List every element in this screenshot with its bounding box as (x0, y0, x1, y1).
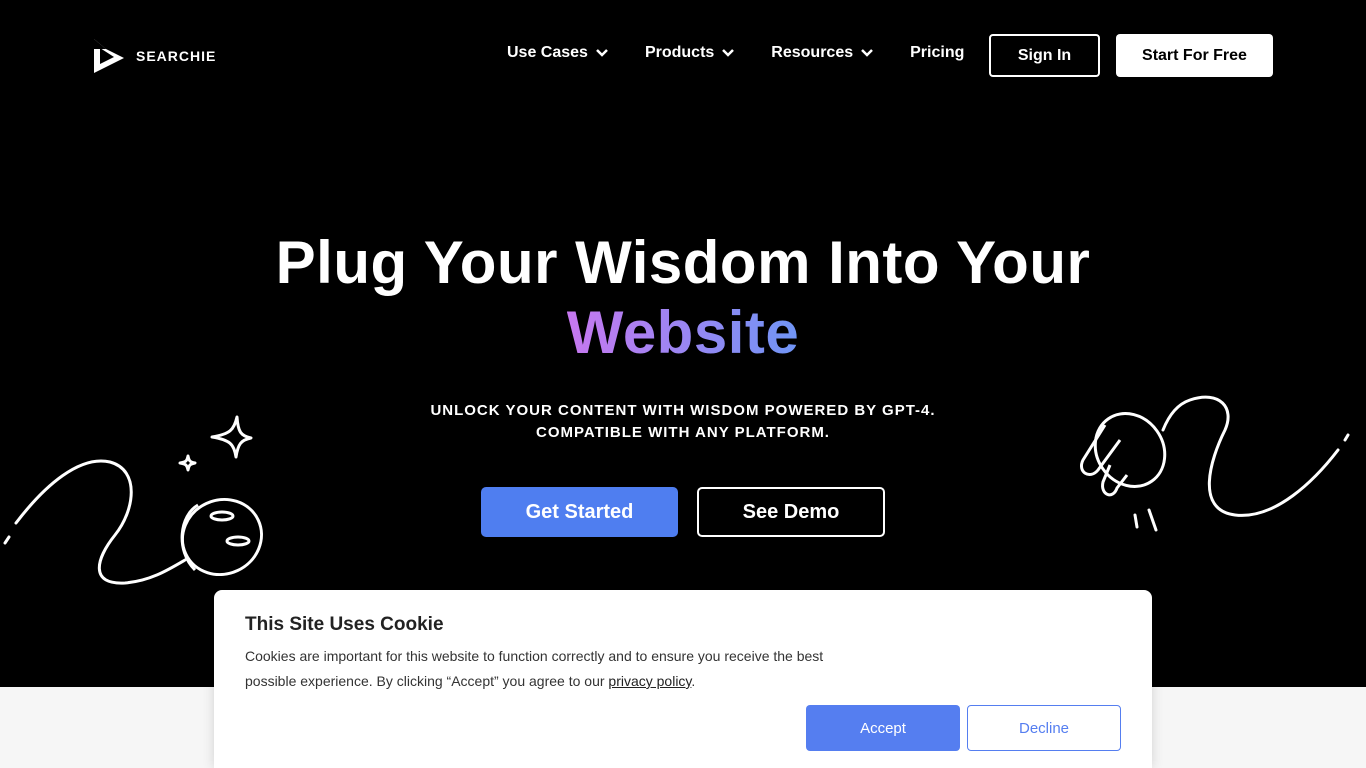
get-started-button[interactable]: Get Started (481, 487, 678, 537)
nav-item-resources[interactable]: Resources (771, 44, 874, 62)
hero-title-line1: Plug Your Wisdom Into Your (275, 229, 1091, 296)
nav-item-label: Products (644, 44, 715, 61)
chevron-down-icon (722, 49, 735, 57)
hero-title-highlight: Website (566, 299, 800, 366)
nav-item-products[interactable]: Products (644, 44, 735, 62)
start-for-free-button[interactable]: Start For Free (1116, 34, 1273, 77)
nav-item-pricing[interactable]: Pricing (910, 44, 964, 62)
cookie-text-body: Cookies are important for this website t… (245, 648, 824, 689)
decline-button[interactable]: Decline (967, 705, 1121, 751)
main-nav: Use Cases Products Resources Pricing (507, 44, 964, 62)
nav-item-label: Use Cases (507, 44, 588, 61)
chevron-down-icon (596, 49, 608, 57)
plug-icon (1080, 395, 1350, 532)
cookie-text: Cookies are important for this website t… (245, 644, 845, 694)
privacy-policy-link[interactable]: privacy policy (608, 673, 691, 689)
nav-item-label: Resources (771, 44, 854, 61)
cookie-banner: This Site Uses Cookie Cookies are import… (214, 590, 1152, 768)
sign-in-button[interactable]: Sign In (989, 34, 1100, 77)
hero-title: Plug Your Wisdom Into Your Website (0, 228, 1366, 368)
see-demo-button[interactable]: See Demo (697, 487, 885, 537)
logo[interactable]: SEARCHIE (92, 38, 216, 74)
brand-name: SEARCHIE (136, 48, 217, 64)
chevron-down-icon (861, 49, 874, 57)
searchie-logo-icon (94, 39, 124, 73)
nav-item-label: Pricing (910, 44, 965, 61)
cookie-text-end: . (691, 673, 696, 689)
cookie-title: This Site Uses Cookie (245, 614, 444, 635)
hero-section: SEARCHIE Use Cases Products Resources Pr… (0, 0, 1366, 687)
accept-button[interactable]: Accept (806, 705, 960, 751)
sparkle-icon (178, 415, 253, 472)
nav-item-use-cases[interactable]: Use Cases (507, 44, 608, 62)
